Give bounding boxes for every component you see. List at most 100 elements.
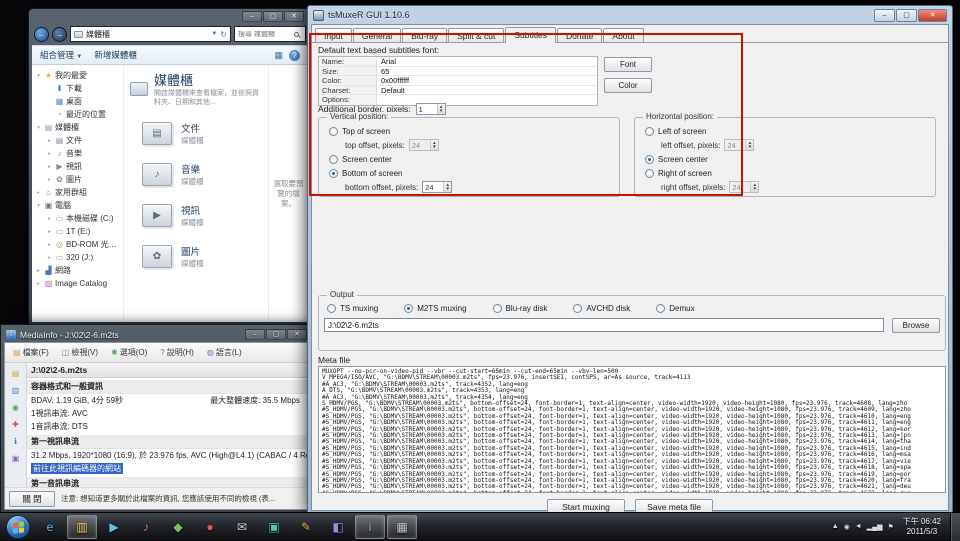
color-button[interactable]: Color (604, 78, 652, 93)
sidebar-item[interactable]: ▸ ◎ BD-ROM 光碟機 (G:) T (35, 238, 123, 251)
minimize-button[interactable]: – (245, 329, 265, 340)
taskbar-app-icon[interactable]: ◆ (163, 515, 193, 539)
taskbar-clock[interactable]: 下午 06:42 2011/5/3 (903, 517, 941, 537)
taskbar-app-icon[interactable]: e (35, 515, 65, 539)
sidebar-item[interactable]: ▾ ★ 我的最愛 (35, 69, 123, 82)
browse-button[interactable]: Browse (892, 318, 940, 333)
sidebar-item[interactable]: ▸ ✿ 圖片 (35, 173, 123, 186)
sidebar-item[interactable]: ▸ ♪ 音樂 (35, 147, 123, 160)
close-button[interactable]: ✕ (284, 11, 304, 22)
subtitle-font-table[interactable]: Name: Arial Size: 65 Color: 0x00ffffff (318, 56, 598, 106)
taskbar-app-icon[interactable]: ▶ (99, 515, 129, 539)
output-mode-radio[interactable]: AVCHD disk (573, 304, 630, 313)
tray-icon[interactable]: ⚑ (887, 523, 893, 531)
maximize-button[interactable]: ▢ (263, 11, 283, 22)
mediainfo-toolbar-button[interactable]: ◍ 語言(L) (202, 344, 247, 361)
sidebar-item[interactable]: ▾ ▤ 媒體櫃 (35, 121, 123, 134)
side-toolbar-icon[interactable]: ▤ (8, 367, 23, 380)
expander-icon[interactable]: ▸ (46, 216, 53, 222)
close-button[interactable]: ✕ (918, 9, 947, 22)
sidebar-item[interactable]: ▸ ▶ 視訊 (35, 160, 123, 173)
radio-right-of-screen[interactable] (645, 169, 654, 178)
expander-icon[interactable]: ▸ (35, 281, 42, 287)
expander-icon[interactable]: ▸ (46, 255, 53, 261)
spinner-buttons[interactable]: ▲▼ (443, 182, 451, 192)
radio-top-of-screen[interactable] (329, 127, 338, 136)
radio-bottom-of-screen[interactable] (329, 169, 338, 178)
help-button[interactable]: ? (289, 50, 300, 61)
additional-border-spinner[interactable]: 1 ▲▼ (416, 103, 446, 115)
new-library-button[interactable]: 新增媒體櫃 (94, 49, 137, 61)
search-box[interactable] (234, 26, 306, 42)
expander-icon[interactable]: ▸ (46, 229, 53, 235)
library-item[interactable]: ♪ 音樂 媒體櫃 (130, 154, 262, 195)
font-button[interactable]: Font (604, 57, 652, 72)
meta-file-textarea[interactable]: MUXOPT --no-pcr-on-video-pid --vbr --cut… (318, 366, 946, 493)
taskbar-app-icon[interactable]: ♪ (131, 515, 161, 539)
tray-icon[interactable]: ◉ (844, 523, 850, 531)
expander-icon[interactable]: ▸ (46, 151, 53, 157)
expander-icon[interactable]: ▸ (35, 268, 42, 274)
forward-button[interactable]: → (52, 27, 67, 42)
mediainfo-toolbar-button[interactable]: ? 說明(H) (155, 344, 199, 361)
sidebar-item[interactable]: ▸ ▭ 1T (E:) (35, 225, 123, 238)
close-button[interactable]: ✕ (287, 329, 307, 340)
tab[interactable]: Blu-ray (402, 28, 447, 43)
radio-screen-center-horizontal[interactable] (645, 155, 654, 164)
show-desktop-button[interactable] (950, 513, 960, 541)
taskbar-app-icon[interactable]: ◧ (323, 515, 353, 539)
sidebar-item[interactable]: ▾ ▣ 電腦 (35, 199, 123, 212)
refresh-icon[interactable]: ↻ (220, 30, 227, 39)
tab[interactable]: Donate (557, 28, 602, 43)
breadcrumb[interactable]: 媒體櫃 (86, 29, 110, 40)
expander-icon[interactable]: ▸ (46, 164, 53, 170)
minimize-button[interactable]: – (874, 9, 895, 22)
back-button[interactable]: ← (34, 27, 49, 42)
side-toolbar-icon[interactable]: ▣ (8, 452, 23, 465)
output-mode-radio[interactable]: Blu-ray disk (493, 304, 548, 313)
search-input[interactable] (238, 31, 294, 38)
expander-icon[interactable]: ▾ (35, 125, 42, 131)
taskbar-app-icon[interactable]: ▣ (259, 515, 289, 539)
side-toolbar-icon[interactable]: ℹ (8, 435, 23, 448)
side-toolbar-icon[interactable]: ◉ (8, 401, 23, 414)
library-item[interactable]: ▶ 視訊 媒體櫃 (130, 195, 262, 236)
library-item[interactable]: ▤ 文件 媒體櫃 (130, 113, 262, 154)
sidebar-item[interactable]: ◔ 最近的位置 (35, 108, 123, 121)
minimize-button[interactable]: – (242, 11, 262, 22)
sidebar-item[interactable]: ▦ 桌面 (35, 95, 123, 108)
bottom-offset-spinner[interactable]: 24 ▲▼ (422, 181, 452, 193)
top-offset-spinner[interactable]: 24 ▲▼ (409, 139, 439, 151)
radio-screen-center-vertical[interactable] (329, 155, 338, 164)
tray-icon[interactable]: ▂▄▆ (867, 523, 883, 531)
side-toolbar-icon[interactable]: ✚ (8, 418, 23, 431)
taskbar-app-icon[interactable]: ▥ (67, 515, 97, 539)
sidebar-item[interactable]: ⬇ 下載 (35, 82, 123, 95)
address-bar[interactable]: 媒體櫃 ▼ ↻ (70, 26, 231, 42)
expander-icon[interactable]: ▸ (46, 177, 53, 183)
sidebar-item[interactable]: ▸ ▭ 本機磁碟 (C:) (35, 212, 123, 225)
spinner-buttons[interactable]: ▲▼ (745, 140, 753, 150)
side-toolbar-icon[interactable]: ▥ (8, 384, 23, 397)
organize-menu-button[interactable]: 組合管理 ▼ (40, 49, 82, 61)
sidebar-item[interactable]: ▸ ▭ 320 (J:) (35, 251, 123, 264)
output-mode-radio[interactable]: TS muxing (327, 304, 378, 313)
tab[interactable]: Subtitles (505, 27, 556, 43)
change-view-button[interactable]: ▦ (274, 50, 283, 61)
expander-icon[interactable]: ▸ (35, 190, 42, 196)
expander-icon[interactable]: ▸ (46, 138, 53, 144)
expander-icon[interactable]: ▾ (35, 73, 42, 79)
tray-icon[interactable]: ▲ (832, 523, 839, 530)
spinner-buttons[interactable]: ▲▼ (430, 140, 438, 150)
taskbar-app-icon[interactable]: ✎ (291, 515, 321, 539)
tab[interactable]: About (603, 28, 643, 43)
taskbar-app-icon[interactable]: i (355, 515, 385, 539)
sidebar-item[interactable]: ▸ ⌂ 家用群組 (35, 186, 123, 199)
tab[interactable]: Split & cut (448, 28, 504, 43)
taskbar-app-icon[interactable]: ✉ (227, 515, 257, 539)
tab[interactable]: Input (315, 28, 352, 43)
sidebar-item[interactable]: ▸ ▟ 網路 (35, 264, 123, 277)
expander-icon[interactable]: ▾ (35, 203, 42, 209)
output-mode-radio[interactable]: Demux (656, 304, 694, 313)
taskbar-app-icon[interactable]: ● (195, 515, 225, 539)
